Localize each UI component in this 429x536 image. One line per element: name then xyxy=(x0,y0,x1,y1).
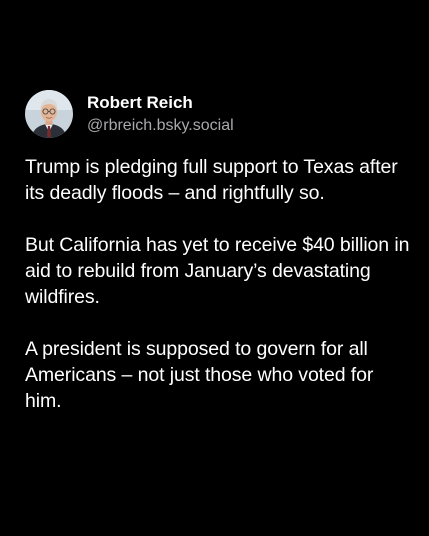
author-identity: Robert Reich @rbreich.bsky.social xyxy=(87,92,234,136)
post-paragraph: Trump is pledging full support to Texas … xyxy=(25,156,398,204)
post-paragraph: A president is supposed to govern for al… xyxy=(25,338,374,412)
post-body: Trump is pledging full support to Texas … xyxy=(25,154,415,414)
profile-photo-icon xyxy=(25,90,73,138)
author-handle[interactable]: @rbreich.bsky.social xyxy=(87,115,234,136)
avatar[interactable] xyxy=(25,90,73,138)
post-paragraph: But California has yet to receive $40 bi… xyxy=(25,234,410,308)
post-card: Robert Reich @rbreich.bsky.social Trump … xyxy=(25,88,415,414)
post-header: Robert Reich @rbreich.bsky.social xyxy=(25,88,415,140)
author-display-name[interactable]: Robert Reich xyxy=(87,92,234,113)
